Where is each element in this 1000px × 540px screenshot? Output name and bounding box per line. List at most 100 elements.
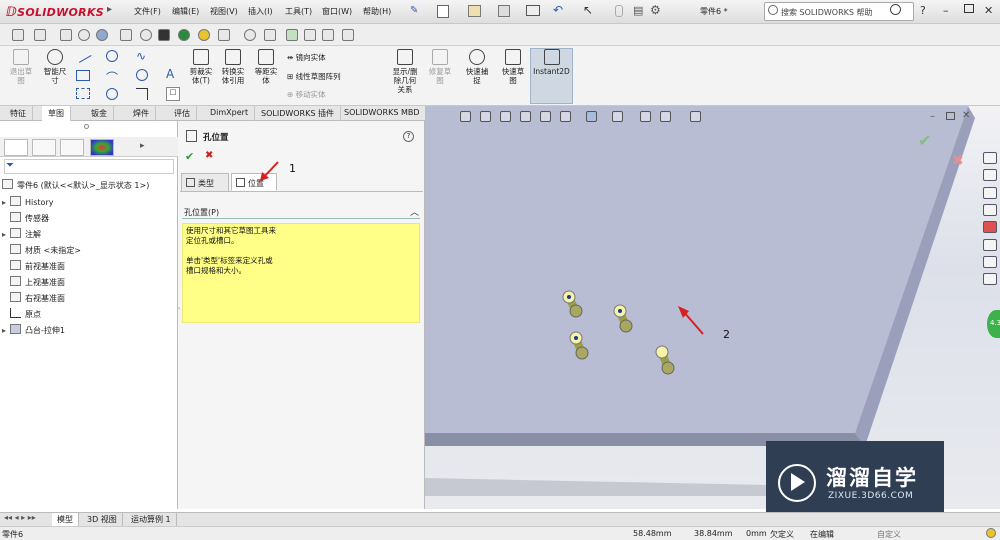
expand-icon[interactable]: ▸ xyxy=(2,198,10,207)
close-icon[interactable]: ✕ xyxy=(984,4,993,17)
forum-icon[interactable] xyxy=(983,256,997,268)
confirm-cancel-icon[interactable]: ✖ xyxy=(952,153,964,169)
smart-dimension-button[interactable]: 智能尺 寸 xyxy=(38,49,72,85)
undo-icon[interactable]: ↶ xyxy=(553,3,563,17)
mirror-entities-button[interactable]: ⇹ 镜向实体 xyxy=(287,52,326,63)
options-gear-icon[interactable]: ⚙ xyxy=(650,3,661,17)
viewport-minimize-icon[interactable]: – xyxy=(930,111,935,122)
zoom-fit-icon[interactable] xyxy=(460,111,471,122)
quick-snaps-button[interactable]: 快速捕 捉 xyxy=(460,49,494,85)
help-icon[interactable]: ? xyxy=(920,4,926,17)
file-properties-icon[interactable]: ▤ xyxy=(633,4,643,17)
tree-root[interactable]: 零件6 (默认<<默认>_显示状态 1>) xyxy=(2,179,149,191)
point-icon[interactable]: □ xyxy=(166,87,180,101)
tree-item-annotations[interactable]: ▸ 注解 xyxy=(2,228,41,240)
display-relations-button[interactable]: 显示/删 除几何 关系 xyxy=(388,49,422,94)
toolbar-icon-15[interactable] xyxy=(304,29,316,41)
toolbar-icon-16[interactable] xyxy=(322,29,334,41)
print-icon[interactable] xyxy=(526,5,540,16)
panel-splitter-icon[interactable] xyxy=(84,124,89,129)
toolbar-icon-3[interactable] xyxy=(60,29,72,41)
trim-entities-button[interactable]: 剪裁实 体(T) xyxy=(186,49,216,85)
rebuild-icon[interactable] xyxy=(615,5,623,17)
feature-tree-tab-icon[interactable] xyxy=(4,139,28,156)
collapse-icon[interactable]: ︿ xyxy=(410,205,419,218)
tree-item-top-plane[interactable]: 上视基准面 xyxy=(2,276,65,288)
repair-sketch-button[interactable]: 修复草 图 xyxy=(424,49,456,85)
toolbar-icon-11[interactable] xyxy=(218,29,230,41)
tab-features[interactable]: 特征 xyxy=(4,106,33,121)
rectangle-icon[interactable] xyxy=(76,70,90,81)
apply-scene-icon[interactable] xyxy=(660,111,671,122)
home-icon[interactable] xyxy=(983,152,997,164)
library-icon[interactable] xyxy=(983,273,997,285)
configuration-tab-icon[interactable] xyxy=(60,139,84,156)
dynamic-annotation-icon[interactable] xyxy=(540,111,551,122)
toolbar-icon-12[interactable] xyxy=(244,29,256,41)
performance-badge[interactable]: 4.3 xyxy=(987,310,1000,338)
menu-file[interactable]: 文件(F) xyxy=(134,6,161,17)
move-entities-button[interactable]: ⊕ 移动实体 xyxy=(287,89,326,100)
new-icon[interactable] xyxy=(437,5,449,18)
property-manager-tab-icon[interactable] xyxy=(32,139,56,156)
toolbar-icon-5[interactable] xyxy=(96,29,108,41)
appearance-tab-icon[interactable] xyxy=(90,139,114,156)
tree-item-right-plane[interactable]: 右视基准面 xyxy=(2,292,65,304)
tab-evaluate[interactable]: 评估 xyxy=(168,106,197,121)
tab-3d-views[interactable]: 3D 视图 xyxy=(82,513,123,526)
file-explorer-icon[interactable] xyxy=(983,187,997,199)
toolbar-icon-10[interactable] xyxy=(198,29,210,41)
tab-motion-study[interactable]: 运动算例 1 xyxy=(126,513,177,526)
view-palette-icon[interactable] xyxy=(983,204,997,216)
exit-sketch-button[interactable]: 退出草 图 xyxy=(4,49,38,85)
edit-appearance-icon[interactable] xyxy=(640,111,651,122)
menu-help[interactable]: 帮助(H) xyxy=(363,6,391,17)
tree-item-front-plane[interactable]: 前视基准面 xyxy=(2,260,65,272)
hide-show-icon[interactable] xyxy=(612,111,623,122)
polygon-icon[interactable] xyxy=(136,69,148,81)
tree-item-origin[interactable]: 原点 xyxy=(2,308,41,320)
previous-view-icon[interactable] xyxy=(500,111,511,122)
tab-weldments[interactable]: 焊件 xyxy=(127,106,156,121)
toolbar-icon-7[interactable] xyxy=(140,29,152,41)
circle-icon[interactable] xyxy=(106,50,118,62)
toolbar-icon-13[interactable] xyxy=(264,29,276,41)
tree-item-boss-extrude[interactable]: ▸ 凸台-拉伸1 xyxy=(2,324,65,336)
save-icon[interactable] xyxy=(498,5,510,17)
confirm-check-icon[interactable]: ✔ xyxy=(918,131,931,150)
toolbar-icon-1[interactable] xyxy=(12,29,24,41)
display-style-icon[interactable] xyxy=(586,111,597,122)
menu-expand-icon[interactable]: ▸ xyxy=(107,4,112,15)
open-icon[interactable] xyxy=(468,5,481,17)
ellipse-icon[interactable] xyxy=(106,88,118,100)
section-view-icon[interactable] xyxy=(520,111,531,122)
toolbar-icon-9[interactable] xyxy=(178,29,190,41)
zoom-area-icon[interactable] xyxy=(480,111,491,122)
select-icon[interactable]: ↖ xyxy=(583,3,593,17)
status-units[interactable]: 自定义 xyxy=(877,529,901,540)
filter-funnel-icon[interactable]: ⏷ xyxy=(6,160,14,171)
tree-item-history[interactable]: ▸ History xyxy=(2,196,53,207)
fillet-icon[interactable] xyxy=(136,88,148,100)
resources-icon[interactable] xyxy=(983,169,997,181)
view-settings-icon[interactable] xyxy=(690,111,701,122)
help-icon[interactable]: ? xyxy=(403,131,414,142)
tab-mbd[interactable]: SOLIDWORKS MBD xyxy=(338,106,427,121)
ok-icon[interactable]: ✔ xyxy=(185,150,194,163)
view-orientation-icon[interactable] xyxy=(560,111,571,122)
toolbar-icon-17[interactable] xyxy=(342,29,354,41)
app-logo[interactable]: ⅅSOLIDWORKS xyxy=(6,5,104,20)
convert-entities-button[interactable]: 转换实 体引用 xyxy=(218,49,248,85)
viewport-restore-icon[interactable] xyxy=(946,112,955,120)
custom-properties-icon[interactable] xyxy=(983,239,997,251)
expand-icon[interactable]: ▸ xyxy=(2,326,10,335)
tab-addins[interactable]: SOLIDWORKS 插件 xyxy=(255,106,341,121)
tab-sheet-metal[interactable]: 钣金 xyxy=(85,106,114,121)
menu-window[interactable]: 窗口(W) xyxy=(322,6,352,17)
pin-icon[interactable]: ✎ xyxy=(410,5,418,16)
tabs-more-icon[interactable]: ▸ xyxy=(140,141,145,151)
appearances-icon[interactable] xyxy=(983,221,997,233)
tab-scroll-icons[interactable]: ◂◂ ◂ ▸ ▸▸ xyxy=(4,513,36,522)
restore-icon[interactable] xyxy=(964,4,974,13)
tab-model[interactable]: 模型 xyxy=(52,513,79,526)
